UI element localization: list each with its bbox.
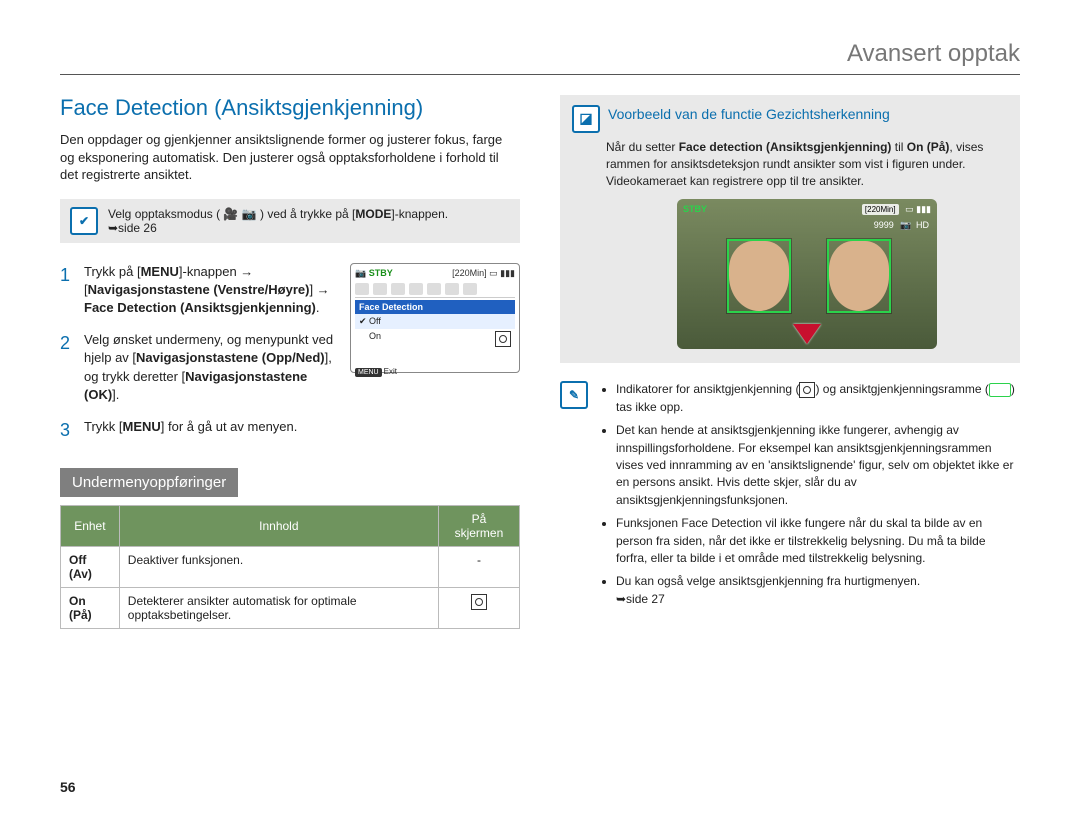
- step-2: 2 Velg ønsket undermeny, og menypunkt ve…: [60, 331, 520, 404]
- table-row: On (På) Detekterer ansikter automatisk f…: [61, 588, 520, 629]
- mode-note-post: ) ved å trykke på [: [260, 207, 355, 221]
- step-1: 1 Trykk på [MENU]-knappen → [Navigasjons…: [60, 263, 520, 318]
- example-icon: ◪: [572, 105, 600, 133]
- note-item: Du kan også velge ansiktsgjenkjenning fr…: [616, 573, 1020, 608]
- manual-page: Avansert opptak Face Detection (Ansiktsg…: [0, 0, 1080, 825]
- camera-preview: STBY [220Min] ▭ ▮▮▮ 9999 📷 HD: [677, 199, 937, 349]
- example-box: ◪ Voorbeeld van de functie Gezichtsherke…: [560, 95, 1020, 363]
- note-page-ref: ➥side 27: [616, 592, 665, 606]
- preview-time: [220Min]: [862, 204, 899, 215]
- preview-count: 9999: [874, 220, 894, 230]
- face-icon: [799, 382, 815, 398]
- preview-stby: STBY: [683, 203, 707, 216]
- table-row: Off (Av) Deaktiver funksjonen. -: [61, 547, 520, 588]
- header-title: Avansert opptak: [60, 40, 1020, 68]
- th-onscreen: På skjermen: [438, 506, 519, 547]
- note-icon: ✎: [560, 381, 588, 409]
- intro-text: Den oppdager og gjenkjenner ansiktsligne…: [60, 131, 520, 184]
- preview-hd: HD: [916, 220, 929, 230]
- th-content: Innhold: [119, 506, 438, 547]
- frame-icon: [989, 383, 1011, 397]
- face-rect: [827, 239, 891, 313]
- face-rect: [727, 239, 791, 313]
- arrow-down-icon: [793, 324, 821, 344]
- mode-note-pre: Velg opptaksmodus (: [108, 207, 220, 221]
- submenu-table: Enhet Innhold På skjermen Off (Av) Deakt…: [60, 505, 520, 629]
- header-rule: [60, 74, 1020, 75]
- mode-note: ✔ Velg opptaksmodus ( 🎥 📷 ) ved å trykke…: [60, 199, 520, 243]
- video-icon: 🎥: [223, 207, 238, 221]
- note-item: Det kan hende at ansiktsgjenkjenning ikk…: [616, 422, 1020, 509]
- camera-icon: 📷: [242, 207, 257, 221]
- page-number: 56: [60, 779, 76, 795]
- steps-list: 1 Trykk på [MENU]-knappen → [Navigasjons…: [60, 263, 520, 437]
- submenu-heading: Undermenyoppføringer: [60, 468, 238, 497]
- note-item: Funksjonen Face Detection vil ikke funge…: [616, 515, 1020, 567]
- mode-note-end: ]-knappen.: [391, 207, 448, 221]
- section-heading: Face Detection (Ansiktsgjenkjenning): [60, 95, 520, 121]
- step-3: 3 Trykk [MENU] for å gå ut av menyen.: [60, 418, 520, 436]
- right-column: ◪ Voorbeeld van de functie Gezichtsherke…: [560, 95, 1020, 629]
- th-unit: Enhet: [61, 506, 120, 547]
- mode-button-label: MODE: [355, 207, 391, 221]
- example-p2: Videokameraet kan registrere opp til tre…: [606, 174, 864, 188]
- notes-block: ✎ Indikatorer for ansiktgjenkjenning () …: [560, 381, 1020, 614]
- mode-page-ref: ➥side 26: [108, 221, 157, 235]
- left-column: Face Detection (Ansiktsgjenkjenning) Den…: [60, 95, 520, 629]
- face-icon: [471, 594, 487, 610]
- note-item: Indikatorer for ansiktgjenkjenning () og…: [616, 381, 1020, 416]
- example-title: Voorbeeld van de functie Gezichtsherkenn…: [608, 105, 890, 125]
- check-icon: ✔: [70, 207, 98, 235]
